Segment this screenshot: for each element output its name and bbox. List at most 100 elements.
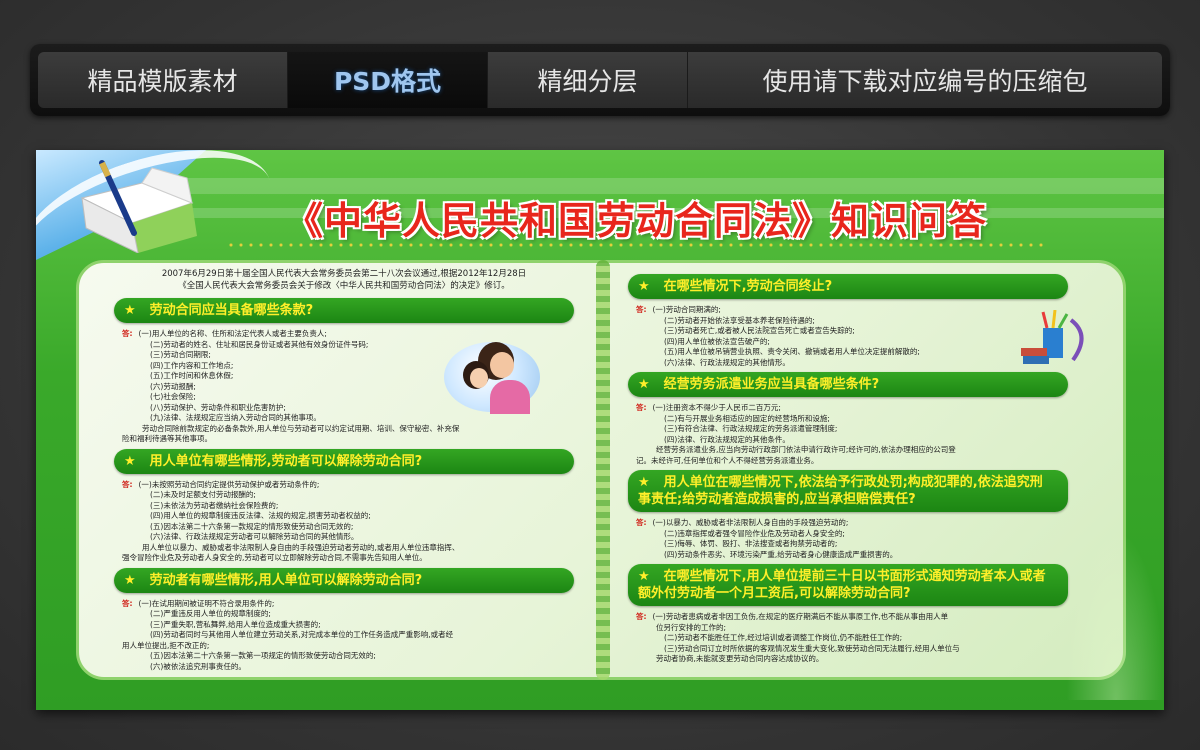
answer-line: 经营劳务派遣业务,应当向劳动行政部门依法申请行政许可;经许可的,依法办理相应的公… <box>656 445 956 454</box>
answer-line: 劳动者协商,未能就变更劳动合同内容达成协议的。 <box>656 654 824 663</box>
intro-line: 《全国人民代表大会常务委员会关于修改〈中华人民共和国劳动合同法〉的决定》修订。 <box>178 281 510 291</box>
poster-board: 《中华人民共和国劳动合同法》知识问答 2007年6月29日第十届全国人民代表大会… <box>36 150 1164 710</box>
answer-label: 答: <box>636 518 647 527</box>
answer-line: 位另行安排的工作的; <box>656 622 727 632</box>
answer-line: (一)在试用期间被证明不符合录用条件的; <box>138 598 275 608</box>
answer-line: (四)用人单位被依法宣告破产的; <box>664 336 770 346</box>
answer-label: 答: <box>122 598 133 608</box>
left-column: 2007年6月29日第十届全国人民代表大会常务委员会第二十八次会议通过,根据20… <box>114 268 574 672</box>
answer-line: 用人单位提出,拒不改正的; <box>122 640 210 650</box>
answer-line: (七)社会保险; <box>150 392 196 401</box>
answer-label: 答: <box>636 305 647 314</box>
answer-line: (一)用人单位的名称、住所和法定代表人或者主要负责人; <box>138 329 327 338</box>
answer-label: 答: <box>636 403 647 412</box>
answer-block: 劳动合同除前款规定的必备条款外,用人单位与劳动者可以约定试用期、培训、保守秘密、… <box>114 424 574 445</box>
answer-block: 答: (一)在试用期间被证明不符合录用条件的; (二)严重违反用人单位的规章制度的… <box>114 599 574 673</box>
answer-line: (二)有与开展业务相适应的固定的经营场所和设施; <box>664 413 830 423</box>
answer-line: (三)严重失职,营私舞弊,给用人单位造成重大损害的; <box>150 619 321 629</box>
answer-line: (五)因本法第二十六条第一款规定的情形致使劳动合同无效的; <box>150 521 354 531</box>
answer-block: 答: (一)注册资本不得少于人民币二百万元; (二)有与开展业务相适应的固定的经营… <box>628 403 1068 466</box>
answer-line: 记。未经许可,任何单位和个人不得经营劳务派遣业务。 <box>636 455 819 465</box>
question-bar: ★ 在哪些情况下,劳动合同终止? <box>628 274 1068 299</box>
answer-line: (一)劳动合同期满的; <box>652 305 721 314</box>
answer-line: (九)法律、法规规定应当纳入劳动合同的其他事项。 <box>150 413 321 422</box>
question-text: 用人单位有哪些情形,劳动者可以解除劳动合同? <box>149 453 423 469</box>
question-bar: ★ 用人单位在哪些情况下,依法给予行政处罚;构成犯罪的,依法追究刑事责任;给劳动者… <box>628 470 1068 512</box>
answer-block: 答: (一)用人单位的名称、住所和法定代表人或者主要负责人; (二)劳动者的姓名、… <box>114 329 442 424</box>
book-pen-icon <box>80 160 197 253</box>
answer-line: 险和福利待遇等其他事项。 <box>122 434 212 443</box>
answer-line: 劳动合同除前款规定的必备条款外,用人单位与劳动者可以约定试用期、培训、保守秘密、… <box>142 423 460 433</box>
answer-line: (三)劳动合同订立时所依据的客观情况发生重大变化,致使劳动合同无法履行,经用人单… <box>664 643 960 653</box>
answer-line: (一)劳动者患病或者非因工负伤,在规定的医疗期满后不能从事原工作,也不能从事由用… <box>652 612 949 621</box>
star-icon: ★ <box>638 377 650 392</box>
title-ornament <box>226 240 1046 250</box>
tab-psd-format[interactable]: PSD格式 <box>288 52 488 108</box>
question-text: 用人单位在哪些情况下,依法给予行政处罚;构成犯罪的,依法追究刑事责任;给劳动者造… <box>638 475 1043 507</box>
answer-line: (六)劳动报酬; <box>150 381 196 391</box>
answer-line: (二)严重违反用人单位的规章制度的; <box>150 609 271 618</box>
answer-line: (三)侮辱、体罚、殴打、非法搜查或者拘禁劳动者的; <box>664 539 838 548</box>
answer-line: 强令冒险作业危及劳动者人身安全的,劳动者可以立即解除劳动合同,不需事先告知用人单… <box>122 553 427 562</box>
tab-layers[interactable]: 精细分层 <box>488 52 688 108</box>
star-icon: ★ <box>638 279 650 294</box>
tab-bar: 精品模版素材 PSD格式 精细分层 使用请下载对应编号的压缩包 <box>30 44 1170 116</box>
answer-line: (五)因本法第二十六条第一款第一项规定的情形致使劳动合同无效的; <box>150 651 376 660</box>
star-icon: ★ <box>124 303 136 318</box>
answer-label: 答: <box>122 329 133 338</box>
answer-line: (三)劳动合同期限; <box>150 350 211 359</box>
answer-line: (四)劳动者同时与其他用人单位建立劳动关系,对完成本单位的工作任务造成严重影响,… <box>150 630 454 639</box>
answer-line: (四)法律、行政法规规定的其他条件。 <box>664 434 790 444</box>
star-icon: ★ <box>638 569 650 584</box>
question-text: 在哪些情况下,用人单位提前三十日以书面形式通知劳动者本人或者额外付劳动者一个月工… <box>638 569 1046 601</box>
star-icon: ★ <box>638 475 650 490</box>
star-icon: ★ <box>124 572 136 588</box>
question-bar: ★ 用人单位有哪些情形,劳动者可以解除劳动合同? <box>114 448 574 474</box>
right-column: ★ 在哪些情况下,劳动合同终止? 答: (一)劳动合同期满的; (二)劳动者开始依法… <box>628 268 1068 665</box>
question-text: 劳动者有哪些情形,用人单位可以解除劳动合同? <box>149 572 423 588</box>
question-bar: ★ 劳动者有哪些情形,用人单位可以解除劳动合同? <box>114 567 574 593</box>
answer-block: 答: (一)劳动者患病或者非因工负伤,在规定的医疗期满后不能从事原工作,也不能从事… <box>628 612 1068 665</box>
answer-line: (二)劳动者不能胜任工作,经过培训或者调整工作岗位,仍不能胜任工作的; <box>664 633 903 642</box>
answer-block: 答: (一)未按照劳动合同约定提供劳动保护或者劳动条件的; (二)未及时足额支付劳… <box>114 480 574 564</box>
question-text: 在哪些情况下,劳动合同终止? <box>663 279 833 294</box>
answer-line: (四)用人单位的规章制度违反法律、法规的规定,损害劳动者权益的; <box>150 511 371 520</box>
answer-line: (二)未及时足额支付劳动报酬的; <box>150 490 256 499</box>
answer-label: 答: <box>636 612 647 621</box>
answer-line: (二)劳动者的姓名、住址和居民身份证或者其他有效身份证件号码; <box>150 339 369 349</box>
answer-block: 答: (一)以暴力、威胁或者非法限制人身自由的手段强迫劳动的; (二)违章指挥或者… <box>628 518 1068 560</box>
answer-line: (三)有符合法律、行政法规规定的劳务派遣管理制度; <box>664 424 838 433</box>
answer-line: (六)法律、行政法规规定的其他情形。 <box>664 357 790 367</box>
answer-line: (五)用人单位被吊销营业执照、责令关闭、撤销或者用人单位决定提前解散的; <box>664 347 920 356</box>
answer-line: (四)工作内容和工作地点; <box>150 360 234 370</box>
answer-line: (八)劳动保护、劳动条件和职业危害防护; <box>150 402 286 412</box>
answer-line: (五)工作时间和休息休假; <box>150 371 234 380</box>
answer-block: 答: (一)劳动合同期满的; (二)劳动者开始依法享受基本养老保险待遇的; (三)… <box>628 305 966 368</box>
question-text: 经营劳务派遣业务应当具备哪些条件? <box>663 377 880 392</box>
answer-line: (六)法律、行政法规规定劳动者可以解除劳动合同的其他情形。 <box>150 532 359 541</box>
answer-line: (一)注册资本不得少于人民币二百万元; <box>652 403 781 412</box>
poster-title: 《中华人民共和国劳动合同法》知识问答 <box>284 199 987 243</box>
answer-line: (二)劳动者开始依法享受基本养老保险待遇的; <box>664 315 815 325</box>
question-bar: ★ 劳动合同应当具备哪些条款? <box>114 298 574 323</box>
answer-line: (六)被依法追究刑事责任的。 <box>150 661 246 671</box>
answer-line: (一)以暴力、威胁或者非法限制人身自由的手段强迫劳动的; <box>652 518 849 527</box>
answer-line: (四)劳动条件恶劣、环境污染严重,给劳动者身心健康造成严重损害的。 <box>664 549 898 559</box>
question-bar: ★ 经营劳务派遣业务应当具备哪些条件? <box>628 372 1068 397</box>
tab-templates[interactable]: 精品模版素材 <box>38 52 288 108</box>
answer-label: 答: <box>122 479 133 489</box>
plant-silhouette <box>1066 530 1164 700</box>
intro-line: 2007年6月29日第十届全国人民代表大会常务委员会第二十八次会议通过,根据20… <box>161 269 527 279</box>
tab-download-note[interactable]: 使用请下载对应编号的压缩包 <box>688 52 1162 108</box>
answer-line: (三)劳动者死亡,或者被人民法院宣告死亡或者宣告失踪的; <box>664 326 855 335</box>
intro-text: 2007年6月29日第十届全国人民代表大会常务委员会第二十八次会议通过,根据20… <box>114 268 574 292</box>
answer-line: (二)违章指挥或者强令冒险作业危及劳动者人身安全的; <box>664 528 845 538</box>
question-bar: ★ 在哪些情况下,用人单位提前三十日以书面形式通知劳动者本人或者额外付劳动者一个月… <box>628 564 1068 606</box>
answer-line: (三)未依法为劳动者缴纳社会保险费的; <box>150 500 279 510</box>
center-vine-divider <box>596 260 610 680</box>
star-icon: ★ <box>124 453 136 469</box>
tab-list: 精品模版素材 PSD格式 精细分层 使用请下载对应编号的压缩包 <box>38 52 1162 108</box>
question-text: 劳动合同应当具备哪些条款? <box>149 303 314 318</box>
answer-line: 用人单位以暴力、威胁或者非法限制人身自由的手段强迫劳动者劳动的,或者用人单位违章… <box>142 542 460 552</box>
answer-line: (一)未按照劳动合同约定提供劳动保护或者劳动条件的; <box>138 479 320 489</box>
